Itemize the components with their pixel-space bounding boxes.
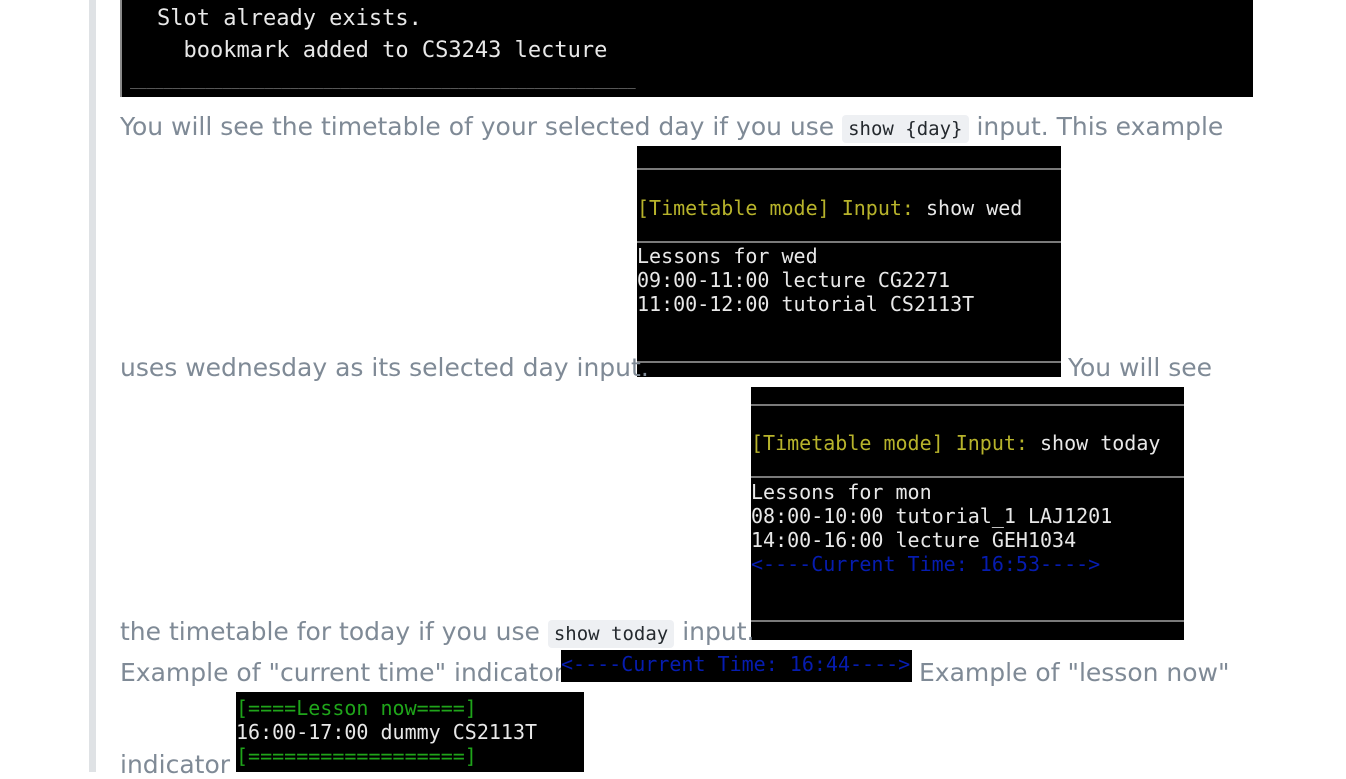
- terminal-divider: [637, 361, 1061, 363]
- terminal-prompt: [Timetable mode] Input:: [637, 196, 914, 220]
- terminal-screenshot-show-today: [Timetable mode] Input: show today Lesso…: [751, 387, 1184, 640]
- terminal-line-slot-exists: Slot already exists.: [157, 6, 422, 31]
- terminal-screenshot-lesson-now: [====Lesson now====] 16:00-17:00 dummy C…: [236, 692, 584, 772]
- terminal-divider: [751, 620, 1184, 622]
- inline-code-show-day: show {day}: [842, 115, 969, 143]
- terminal-command: show today: [1027, 431, 1161, 455]
- paragraph-text: input. This example: [968, 112, 1224, 141]
- paragraph-current-time-example: Example of "current time" indicator: [120, 658, 565, 687]
- terminal-current-time-indicator: <----Current Time: 16:53---->: [751, 552, 1101, 576]
- terminal-screenshot-show-wed: [Timetable mode] Input: show wed Lessons…: [637, 146, 1061, 377]
- terminal-output-line: 09:00-11:00 lecture CG2271: [637, 268, 951, 292]
- paragraph-you-will-see: You will see: [1068, 353, 1213, 382]
- terminal-divider: [637, 241, 1061, 243]
- paragraph-text: You will see the timetable of your selec…: [120, 112, 843, 141]
- current-time-indicator-text: <----Current Time: 16:44---->: [561, 652, 911, 676]
- paragraph-text: input.: [674, 617, 755, 646]
- terminal-prompt-line: [Timetable mode] Input: show wed: [637, 198, 1022, 218]
- terminal-output-line: 11:00-12:00 tutorial CS2113T: [637, 292, 975, 316]
- terminal-screenshot-current-time: <----Current Time: 16:44---->: [561, 650, 912, 682]
- terminal-output-line: Lessons for wed: [637, 244, 818, 268]
- paragraph-show-today: the timetable for today if you use show …: [120, 617, 755, 648]
- paragraph-text: the timetable for today if you use: [120, 617, 548, 646]
- paragraph-wednesday: uses wednesday as its selected day input…: [120, 353, 649, 382]
- terminal-output-line: Lessons for mon: [751, 480, 932, 504]
- terminal-divider: [637, 168, 1061, 170]
- terminal-command: show wed: [913, 196, 1023, 220]
- terminal-dash-line: ________________________________________…: [130, 73, 636, 89]
- terminal-screenshot-bookmark: Slot already exists. bookmark added to C…: [120, 0, 1253, 97]
- terminal-divider: [751, 404, 1184, 406]
- inline-code-show-today: show today: [547, 620, 675, 648]
- terminal-output-line: 08:00-10:00 tutorial_1 LAJ1201: [751, 504, 1113, 528]
- lesson-now-footer: [==================]: [236, 744, 477, 768]
- terminal-line-bookmark-added: bookmark added to CS3243 lecture: [157, 38, 608, 63]
- lesson-now-header: [====Lesson now====]: [236, 696, 477, 720]
- terminal-divider: [751, 476, 1184, 478]
- terminal-prompt-line: [Timetable mode] Input: show today: [751, 433, 1160, 453]
- terminal-prompt: [Timetable mode] Input:: [751, 431, 1028, 455]
- paragraph-indicator: indicator: [120, 750, 231, 779]
- paragraph-lesson-now-example: Example of "lesson now": [919, 658, 1230, 687]
- terminal-output-line: 14:00-16:00 lecture GEH1034: [751, 528, 1077, 552]
- paragraph-show-day: You will see the timetable of your selec…: [120, 112, 1224, 143]
- blockquote-border: [89, 0, 96, 772]
- lesson-now-line: 16:00-17:00 dummy CS2113T: [236, 720, 538, 744]
